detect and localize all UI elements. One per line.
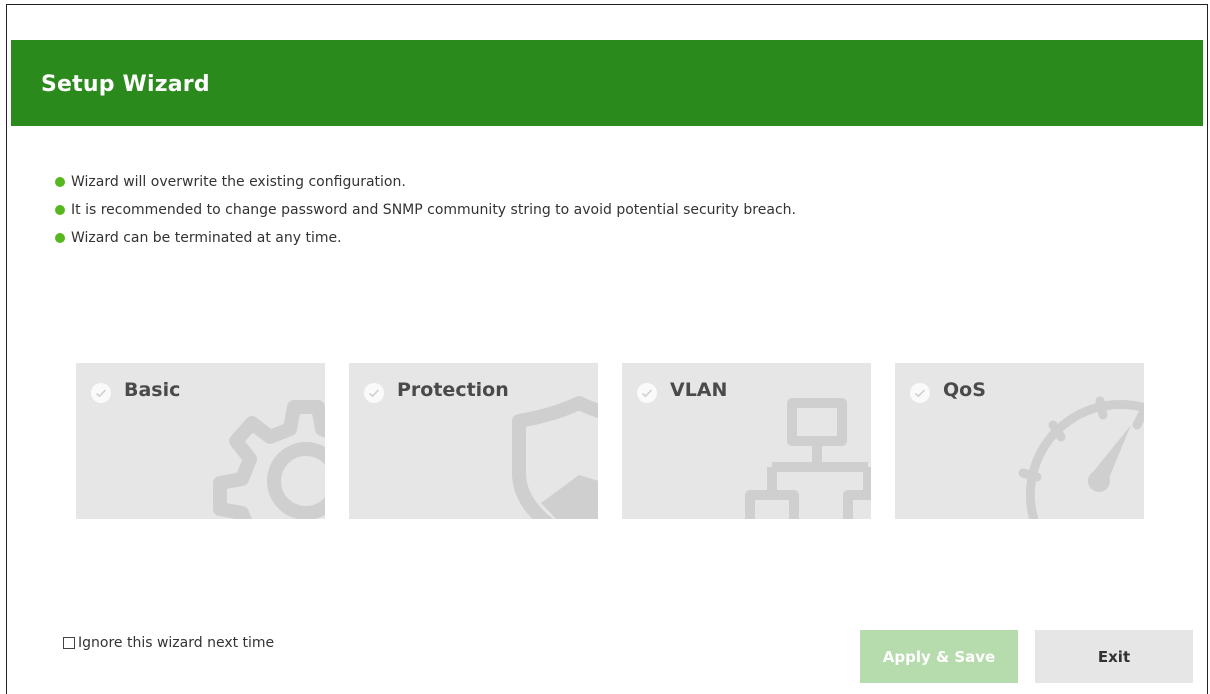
apply-save-button[interactable]: Apply & Save [860,630,1018,683]
check-circle-icon [910,383,930,403]
step-label: VLAN [670,379,728,401]
step-card-protection[interactable]: Protection [349,363,598,519]
wizard-header: Setup Wizard [11,40,1203,126]
speedometer-icon [1018,396,1144,519]
gear-icon [213,400,325,519]
step-card-basic[interactable]: Basic [76,363,325,519]
note-item: It is recommended to change password and… [55,200,796,228]
ignore-wizard-option[interactable]: Ignore this wizard next time [63,635,274,651]
step-label: QoS [943,379,986,401]
setup-wizard-window: Setup Wizard Wizard will overwrite the e… [6,4,1208,694]
ignore-wizard-label: Ignore this wizard next time [78,635,275,651]
note-item: Wizard can be terminated at any time. [55,228,796,256]
note-text: It is recommended to change password and… [71,202,796,218]
bullet-icon [55,177,65,187]
wizard-notes: Wizard will overwrite the existing confi… [55,172,796,256]
step-label: Protection [397,379,509,401]
network-topology-icon [745,398,871,519]
step-label: Basic [124,379,181,401]
check-circle-icon [91,383,111,403]
note-text: Wizard will overwrite the existing confi… [71,174,406,190]
exit-button[interactable]: Exit [1035,630,1193,683]
step-card-qos[interactable]: QoS [895,363,1144,519]
ignore-wizard-checkbox[interactable] [63,637,75,649]
wizard-title: Setup Wizard [41,72,210,97]
note-item: Wizard will overwrite the existing confi… [55,172,796,200]
step-card-vlan[interactable]: VLAN [622,363,871,519]
check-circle-icon [364,383,384,403]
check-circle-icon [637,383,657,403]
bullet-icon [55,205,65,215]
note-text: Wizard can be terminated at any time. [71,230,342,246]
bullet-icon [55,233,65,243]
